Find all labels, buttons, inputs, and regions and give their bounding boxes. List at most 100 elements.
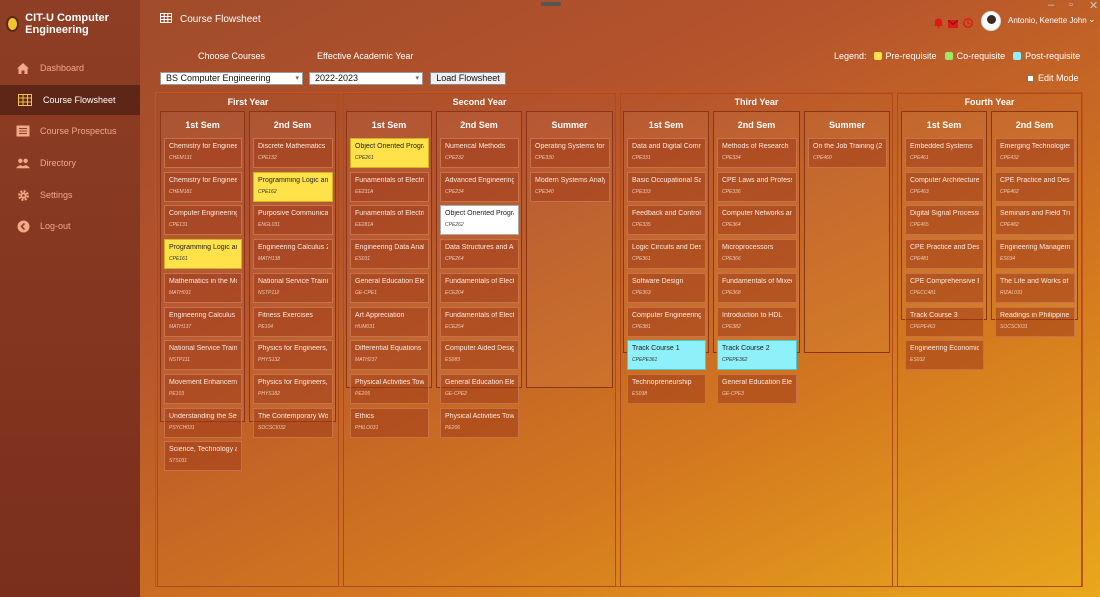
- course-name: CPE Practice and Design: [910, 244, 979, 251]
- course-card[interactable]: Embedded Systems CPE461: [905, 138, 984, 168]
- course-card[interactable]: Chemistry for Engineers Lab CHEM181: [164, 172, 242, 202]
- course-card[interactable]: Introduction to HDL CPE382: [717, 307, 797, 337]
- course-card[interactable]: CPE Practice and Design CPE481: [905, 239, 984, 269]
- course-card[interactable]: Fundamentals of Electronics ECE254: [440, 307, 519, 337]
- edit-mode-checkbox[interactable]: [1027, 74, 1034, 82]
- course-card[interactable]: National Service Training NSTP112: [253, 273, 333, 303]
- course-card[interactable]: Numerical Methods CPE232: [440, 138, 519, 168]
- course-card[interactable]: Track Course 1 CPEPE361: [627, 340, 706, 370]
- sidebar-item-course-flowsheet[interactable]: Course Flowsheet: [0, 85, 140, 115]
- course-name: Fundamentals of Electronics: [445, 312, 514, 319]
- course-card[interactable]: General Education Elective GE-CPE2: [440, 374, 519, 404]
- course-card[interactable]: Programming Logic and Design CPE162: [253, 172, 333, 202]
- course-card[interactable]: Physics for Engineers, Lec PHYS132: [253, 340, 333, 370]
- course-card[interactable]: Computer Aided Design ES083: [440, 340, 519, 370]
- course-card[interactable]: Funamentals of Electric Circuits EE281A: [350, 205, 429, 235]
- course-card[interactable]: Mathematics in the Modern World MATH031: [164, 273, 242, 303]
- course-card[interactable]: Seminars and Field Trips CPE482: [995, 205, 1075, 235]
- course-code: PE205: [355, 391, 371, 397]
- sidebar-item-label: Course Prospectus: [40, 126, 117, 136]
- course-code: CPE261: [355, 155, 374, 161]
- course-card[interactable]: Track Course 2 CPEPE362: [717, 340, 797, 370]
- course-card[interactable]: Logic Circuits and Design CPE361: [627, 239, 706, 269]
- course-card[interactable]: The Contemporary World SOCSCI032: [253, 408, 333, 438]
- course-card[interactable]: Data and Digital Communications CPE331: [627, 138, 706, 168]
- course-code: CPE234: [445, 189, 464, 195]
- course-card[interactable]: Fundamentals of Electronics ECE204: [440, 273, 519, 303]
- minimize-icon[interactable]: –: [1048, 0, 1054, 11]
- course-card[interactable]: On the Job Training (240 hours) CPE460: [808, 138, 887, 168]
- course-card[interactable]: Engineering Management ES034: [995, 239, 1075, 269]
- course-card[interactable]: Feedback and Control Systems CPE335: [627, 205, 706, 235]
- course-card[interactable]: Methods of Research CPE334: [717, 138, 797, 168]
- course-card[interactable]: General Education Elective GE-CPE3: [717, 374, 797, 404]
- avatar[interactable]: [981, 11, 1001, 31]
- window-drag-handle[interactable]: [541, 2, 561, 6]
- edit-mode-toggle[interactable]: Edit Mode: [1027, 73, 1079, 83]
- bell-icon[interactable]: [934, 15, 943, 33]
- load-flowsheet-button[interactable]: Load Flowsheet: [430, 72, 506, 85]
- course-card[interactable]: CPE Comprehensive Exam CPECC481: [905, 273, 984, 303]
- course-card[interactable]: Programming Logic and Design CPE161: [164, 239, 242, 269]
- course-card[interactable]: Purposive Communication ENGL031: [253, 205, 333, 235]
- course-code: CPE366: [722, 256, 741, 262]
- course-card[interactable]: Computer Engineering CPE381: [627, 307, 706, 337]
- course-card[interactable]: Computer Architecture CPE463: [905, 172, 984, 202]
- sidebar-item-dashboard[interactable]: Dashboard: [0, 54, 140, 82]
- course-card[interactable]: Understanding the Self PSYCH031: [164, 408, 242, 438]
- course-card[interactable]: General Education Elective GE-CPE1: [350, 273, 429, 303]
- course-card[interactable]: Differential Equations MATH237: [350, 340, 429, 370]
- course-card[interactable]: Technopreneurship ES038: [627, 374, 706, 404]
- course-card[interactable]: Object Oriented Programming CPE262: [440, 205, 519, 235]
- course-card[interactable]: Fundamentals of Mixed Signals CPE368: [717, 273, 797, 303]
- course-card[interactable]: Chemistry for Engineers CHEM131: [164, 138, 242, 168]
- course-card[interactable]: Basic Occupational Safety CPE333: [627, 172, 706, 202]
- course-card[interactable]: Track Course 3 CPEPE463: [905, 307, 984, 337]
- clock-icon[interactable]: [963, 15, 973, 33]
- sidebar-item-settings[interactable]: Settings: [0, 181, 140, 209]
- course-select[interactable]: BS Computer Engineering ▾: [160, 72, 303, 85]
- course-card[interactable]: Fitness Exercises PE104: [253, 307, 333, 337]
- course-card[interactable]: Modern Systems Analysis CPE340: [530, 172, 610, 202]
- course-card[interactable]: Computer Engineering CPE131: [164, 205, 242, 235]
- course-card[interactable]: Data Structures and Algorithms CPE264: [440, 239, 519, 269]
- course-card[interactable]: Movement Enhancement PE103: [164, 374, 242, 404]
- course-card[interactable]: Digital Signal Processing CPE465: [905, 205, 984, 235]
- course-code: ENGL031: [258, 222, 280, 228]
- course-card[interactable]: Computer Networks and Security CPE364: [717, 205, 797, 235]
- course-card[interactable]: National Service Training NSTP111: [164, 340, 242, 370]
- course-card[interactable]: Physical Activities Towards Health PE205: [350, 374, 429, 404]
- course-card[interactable]: CPE Laws and Professional Practice CPE336: [717, 172, 797, 202]
- course-card[interactable]: Physics for Engineers, Lab PHYS182: [253, 374, 333, 404]
- course-card[interactable]: Engineering Data Analysis ES031: [350, 239, 429, 269]
- close-icon[interactable]: ✕: [1089, 0, 1098, 12]
- course-card[interactable]: Advanced Engineering Mathematics CPE234: [440, 172, 519, 202]
- course-card[interactable]: Physical Activities Towards Health PE206: [440, 408, 519, 438]
- sidebar-item-directory[interactable]: Directory: [0, 149, 140, 177]
- course-card[interactable]: Funamentals of Electric Circuits EE231A: [350, 172, 429, 202]
- course-code: CPE132: [258, 155, 277, 161]
- course-card[interactable]: Emerging Technologies CPE432: [995, 138, 1075, 168]
- course-card[interactable]: Software Design CPE363: [627, 273, 706, 303]
- course-card[interactable]: Ethics PHILO031: [350, 408, 429, 438]
- academic-year-select[interactable]: 2022-2023 ▾: [309, 72, 423, 85]
- course-card[interactable]: Art Appreciation HUM031: [350, 307, 429, 337]
- course-card[interactable]: Object Oriented Programming CPE261: [350, 138, 429, 168]
- course-card[interactable]: Operating Systems for CPE330: [530, 138, 610, 168]
- course-card[interactable]: Science, Technology and Society STS031: [164, 441, 242, 471]
- course-card[interactable]: The Life and Works of Rizal RIZAL031: [995, 273, 1075, 303]
- maximize-icon[interactable]: ▫: [1069, 0, 1073, 11]
- user-name[interactable]: Antonio, Kenette John: [1008, 16, 1087, 25]
- course-card[interactable]: Engineering Calculus 2 MATH138: [253, 239, 333, 269]
- course-card[interactable]: Engineering Economics ES032: [905, 340, 984, 370]
- sidebar-item-course-prospectus[interactable]: Course Prospectus: [0, 117, 140, 145]
- course-card[interactable]: Discrete Mathematics CPE132: [253, 138, 333, 168]
- sidebar-item-logout[interactable]: Log-out: [0, 212, 140, 240]
- course-card[interactable]: Readings in Philippine History SOCSCI031: [995, 307, 1075, 337]
- course-card[interactable]: Engineering Calculus 1 MATH137: [164, 307, 242, 337]
- course-card[interactable]: CPE Practice and Design 2 CPE462: [995, 172, 1075, 202]
- mail-icon[interactable]: [947, 15, 959, 33]
- legend-postrequisite: Post-requisite: [1025, 51, 1081, 61]
- course-card[interactable]: Microprocessors CPE366: [717, 239, 797, 269]
- chevron-down-icon[interactable]: ⌄: [1088, 14, 1096, 25]
